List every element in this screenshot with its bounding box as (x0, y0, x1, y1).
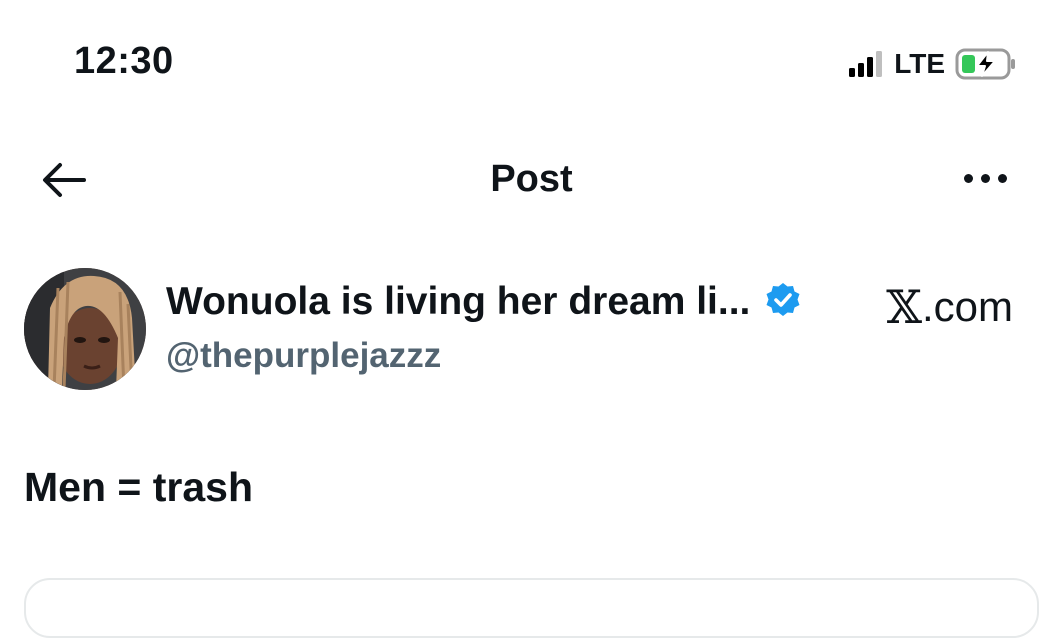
avatar[interactable] (24, 268, 146, 390)
x-logo-icon: 𝕏 (886, 280, 922, 334)
verified-badge-icon (764, 281, 802, 324)
author-name[interactable]: Wonuola is living her dream li... (166, 280, 750, 324)
source-domain: .com (921, 283, 1013, 330)
embedded-card[interactable] (24, 578, 1039, 638)
status-time: 12:30 (74, 40, 174, 82)
signal-icon (849, 51, 883, 77)
status-indicators: LTE (849, 46, 1017, 82)
page-title: Post (490, 158, 573, 200)
source-label: 𝕏 .com (886, 280, 1013, 334)
more-icon[interactable] (964, 174, 1007, 183)
network-label: LTE (894, 48, 945, 79)
battery-charging-icon (955, 48, 1017, 80)
author-handle[interactable]: @thepurplejazzz (166, 336, 441, 376)
author-name-row[interactable]: Wonuola is living her dream li... (166, 280, 802, 324)
post-text: Men = trash (24, 464, 253, 510)
